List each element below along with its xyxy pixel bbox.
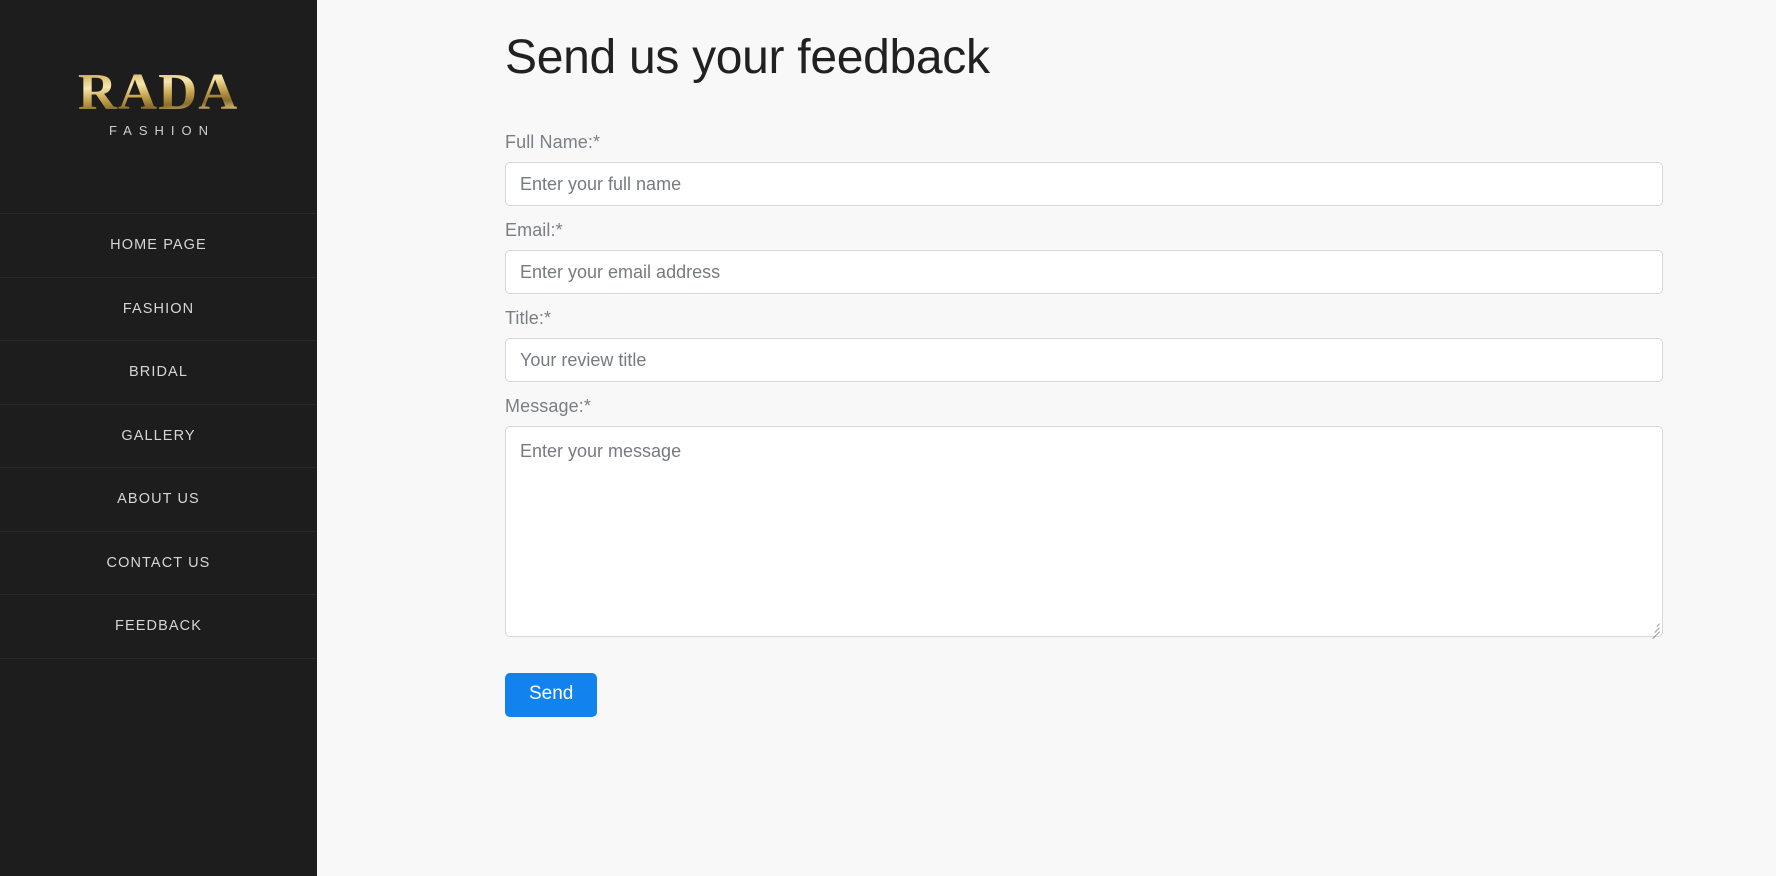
brand-wordmark: RADA (78, 64, 239, 121)
field-title: Title:* (505, 308, 1663, 382)
sidebar-item-fashion[interactable]: FASHION (0, 277, 317, 341)
sidebar-item-home-page[interactable]: HOME PAGE (0, 214, 317, 278)
sidebar-item-label: FEEDBACK (115, 618, 202, 635)
page-title: Send us your feedback (505, 31, 990, 84)
sidebar-item-label: GALLERY (121, 427, 196, 444)
message-label: Message:* (505, 396, 591, 416)
email-label: Email:* (505, 220, 563, 240)
sidebar-item-label: HOME PAGE (110, 237, 207, 254)
sidebar: RADA FASHION HOME PAGE FASHION BRIDAL GA… (0, 0, 317, 876)
sidebar-item-feedback[interactable]: FEEDBACK (0, 595, 317, 659)
message-textarea-wrapper (505, 426, 1663, 640)
full-name-label: Full Name:* (505, 132, 601, 152)
sidebar-item-gallery[interactable]: GALLERY (0, 404, 317, 468)
sidebar-item-label: BRIDAL (129, 364, 188, 381)
title-input[interactable] (505, 338, 1663, 382)
sidebar-item-label: ABOUT US (117, 491, 200, 508)
field-email: Email:* (505, 220, 1663, 294)
sidebar-item-label: CONTACT US (106, 554, 211, 571)
sidebar-item-about-us[interactable]: ABOUT US (0, 468, 317, 532)
feedback-form: Full Name:* Email:* Title:* Message:* Se… (505, 132, 1663, 717)
full-name-input[interactable] (505, 162, 1663, 206)
sidebar-item-bridal[interactable]: BRIDAL (0, 341, 317, 405)
sidebar-item-label: FASHION (122, 300, 195, 317)
main-content: Send us your feedback Full Name:* Email:… (317, 0, 1776, 876)
sidebar-nav: HOME PAGE FASHION BRIDAL GALLERY ABOUT U… (0, 213, 317, 659)
sidebar-item-contact-us[interactable]: CONTACT US (0, 531, 317, 595)
message-input[interactable] (505, 426, 1663, 637)
brand-logo[interactable]: RADA FASHION (0, 0, 317, 213)
field-message: Message:* (505, 396, 1663, 640)
email-input[interactable] (505, 250, 1663, 294)
title-label: Title:* (505, 308, 552, 328)
brand-tagline: FASHION (108, 123, 216, 138)
send-button[interactable]: Send (505, 673, 598, 717)
field-full-name: Full Name:* (505, 132, 1663, 206)
